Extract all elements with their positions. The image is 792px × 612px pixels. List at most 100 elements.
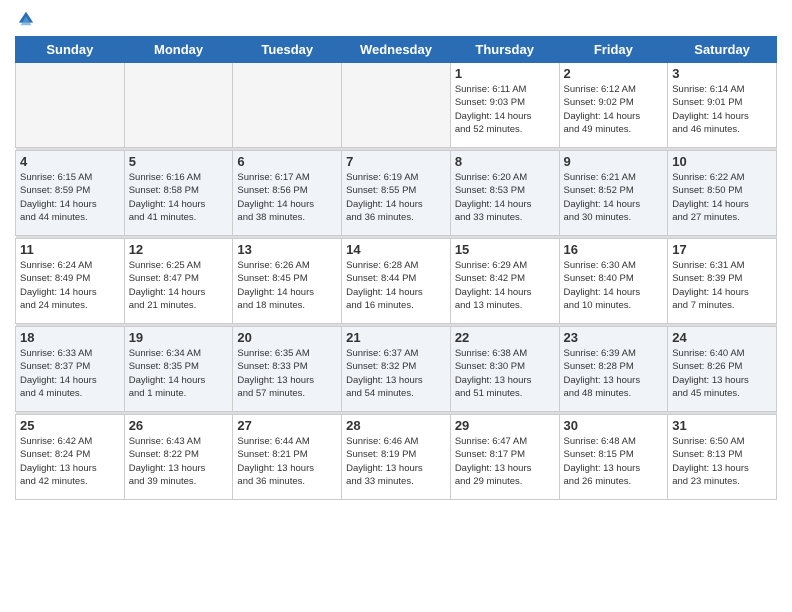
weekday-friday: Friday [559,37,668,63]
calendar-cell: 5Sunrise: 6:16 AM Sunset: 8:58 PM Daylig… [124,151,233,236]
day-info: Sunrise: 6:35 AM Sunset: 8:33 PM Dayligh… [237,347,337,400]
day-info: Sunrise: 6:31 AM Sunset: 8:39 PM Dayligh… [672,259,772,312]
day-number: 24 [672,330,772,345]
calendar-cell: 8 Sunrise: 6:20 AM Sunset: 8:53 PM Daylig… [450,151,559,236]
weekday-wednesday: Wednesday [342,37,451,63]
header [15,10,777,28]
day-number: 3 [672,66,772,81]
day-info: Sunrise: 6:21 AM Sunset: 8:52 PM Dayligh… [564,171,664,224]
calendar-cell: 12 Sunrise: 6:25 AM Sunset: 8:47 PM Dayli… [124,239,233,324]
calendar-cell: 23 Sunrise: 6:39 AM Sunset: 8:28 PM Dayli… [559,327,668,412]
calendar-cell: 25 Sunrise: 6:42 AM Sunset: 8:24 PM Dayli… [16,415,125,500]
day-info: Sunrise: 6:38 AM Sunset: 8:30 PM Dayligh… [455,347,555,400]
calendar-cell [124,63,233,148]
calendar-cell: 9 Sunrise: 6:21 AM Sunset: 8:52 PM Daylig… [559,151,668,236]
day-info: Sunrise: 6:20 AM Sunset: 8:53 PM Dayligh… [455,171,555,224]
day-number: 2 [564,66,664,81]
calendar-cell: 18 Sunrise: 6:33 AM Sunset: 8:37 PM Dayli… [16,327,125,412]
calendar-cell: 11 Sunrise: 6:24 AM Sunset: 8:49 PM Dayli… [16,239,125,324]
calendar-cell: 15Sunrise: 6:29 AM Sunset: 8:42 PM Dayli… [450,239,559,324]
day-info: Sunrise: 6:16 AM Sunset: 8:58 PM Dayligh… [129,171,229,224]
calendar-cell: 26Sunrise: 6:43 AM Sunset: 8:22 PM Dayli… [124,415,233,500]
day-info: Sunrise: 6:50 AM Sunset: 8:13 PM Dayligh… [672,435,772,488]
day-number: 26 [129,418,229,433]
day-info: Sunrise: 6:24 AM Sunset: 8:49 PM Dayligh… [20,259,120,312]
day-info: Sunrise: 6:48 AM Sunset: 8:15 PM Dayligh… [564,435,664,488]
day-number: 15 [455,242,555,257]
calendar-cell: 20Sunrise: 6:35 AM Sunset: 8:33 PM Dayli… [233,327,342,412]
calendar-cell: 3Sunrise: 6:14 AM Sunset: 9:01 PM Daylig… [668,63,777,148]
day-number: 18 [20,330,120,345]
calendar-cell: 13 Sunrise: 6:26 AM Sunset: 8:45 PM Dayli… [233,239,342,324]
calendar-cell: 6 Sunrise: 6:17 AM Sunset: 8:56 PM Daylig… [233,151,342,236]
week-row-1: 1Sunrise: 6:11 AM Sunset: 9:03 PM Daylig… [16,63,777,148]
day-info: Sunrise: 6:15 AM Sunset: 8:59 PM Dayligh… [20,171,120,224]
day-number: 10 [672,154,772,169]
day-number: 23 [564,330,664,345]
calendar-cell: 14 Sunrise: 6:28 AM Sunset: 8:44 PM Dayli… [342,239,451,324]
day-number: 7 [346,154,446,169]
calendar-cell: 22 Sunrise: 6:38 AM Sunset: 8:30 PM Dayli… [450,327,559,412]
week-row-4: 18 Sunrise: 6:33 AM Sunset: 8:37 PM Dayli… [16,327,777,412]
day-number: 19 [129,330,229,345]
calendar-cell: 10 Sunrise: 6:22 AM Sunset: 8:50 PM Dayli… [668,151,777,236]
day-number: 30 [564,418,664,433]
day-number: 17 [672,242,772,257]
day-number: 11 [20,242,120,257]
week-row-2: 4 Sunrise: 6:15 AM Sunset: 8:59 PM Daylig… [16,151,777,236]
day-info: Sunrise: 6:25 AM Sunset: 8:47 PM Dayligh… [129,259,229,312]
day-number: 6 [237,154,337,169]
day-number: 4 [20,154,120,169]
logo-icon [17,10,35,28]
page-container: SundayMondayTuesdayWednesdayThursdayFrid… [0,0,792,505]
day-info: Sunrise: 6:33 AM Sunset: 8:37 PM Dayligh… [20,347,120,400]
day-info: Sunrise: 6:47 AM Sunset: 8:17 PM Dayligh… [455,435,555,488]
day-number: 1 [455,66,555,81]
day-number: 27 [237,418,337,433]
day-info: Sunrise: 6:46 AM Sunset: 8:19 PM Dayligh… [346,435,446,488]
weekday-saturday: Saturday [668,37,777,63]
day-number: 22 [455,330,555,345]
day-info: Sunrise: 6:12 AM Sunset: 9:02 PM Dayligh… [564,83,664,136]
weekday-monday: Monday [124,37,233,63]
day-number: 14 [346,242,446,257]
day-info: Sunrise: 6:17 AM Sunset: 8:56 PM Dayligh… [237,171,337,224]
calendar-cell: 24 Sunrise: 6:40 AM Sunset: 8:26 PM Dayli… [668,327,777,412]
calendar-cell [342,63,451,148]
calendar-cell: 28 Sunrise: 6:46 AM Sunset: 8:19 PM Dayli… [342,415,451,500]
weekday-tuesday: Tuesday [233,37,342,63]
calendar-cell: 29 Sunrise: 6:47 AM Sunset: 8:17 PM Dayli… [450,415,559,500]
logo-text [15,10,35,28]
day-number: 28 [346,418,446,433]
day-info: Sunrise: 6:34 AM Sunset: 8:35 PM Dayligh… [129,347,229,400]
day-number: 21 [346,330,446,345]
calendar-cell: 30 Sunrise: 6:48 AM Sunset: 8:15 PM Dayli… [559,415,668,500]
day-number: 8 [455,154,555,169]
day-number: 9 [564,154,664,169]
day-info: Sunrise: 6:30 AM Sunset: 8:40 PM Dayligh… [564,259,664,312]
day-info: Sunrise: 6:39 AM Sunset: 8:28 PM Dayligh… [564,347,664,400]
day-info: Sunrise: 6:28 AM Sunset: 8:44 PM Dayligh… [346,259,446,312]
calendar-cell: 27 Sunrise: 6:44 AM Sunset: 8:21 PM Dayli… [233,415,342,500]
calendar-cell: 7Sunrise: 6:19 AM Sunset: 8:55 PM Daylig… [342,151,451,236]
day-number: 25 [20,418,120,433]
day-number: 12 [129,242,229,257]
day-info: Sunrise: 6:22 AM Sunset: 8:50 PM Dayligh… [672,171,772,224]
calendar-cell: 1Sunrise: 6:11 AM Sunset: 9:03 PM Daylig… [450,63,559,148]
day-info: Sunrise: 6:44 AM Sunset: 8:21 PM Dayligh… [237,435,337,488]
weekday-thursday: Thursday [450,37,559,63]
week-row-3: 11 Sunrise: 6:24 AM Sunset: 8:49 PM Dayli… [16,239,777,324]
day-number: 29 [455,418,555,433]
calendar-cell: 17 Sunrise: 6:31 AM Sunset: 8:39 PM Dayli… [668,239,777,324]
logo [15,10,35,28]
weekday-header-row: SundayMondayTuesdayWednesdayThursdayFrid… [16,37,777,63]
day-number: 13 [237,242,337,257]
calendar-cell [16,63,125,148]
calendar-cell: 4 Sunrise: 6:15 AM Sunset: 8:59 PM Daylig… [16,151,125,236]
calendar-cell [233,63,342,148]
day-number: 16 [564,242,664,257]
day-info: Sunrise: 6:26 AM Sunset: 8:45 PM Dayligh… [237,259,337,312]
calendar: SundayMondayTuesdayWednesdayThursdayFrid… [15,36,777,500]
day-info: Sunrise: 6:42 AM Sunset: 8:24 PM Dayligh… [20,435,120,488]
day-info: Sunrise: 6:40 AM Sunset: 8:26 PM Dayligh… [672,347,772,400]
